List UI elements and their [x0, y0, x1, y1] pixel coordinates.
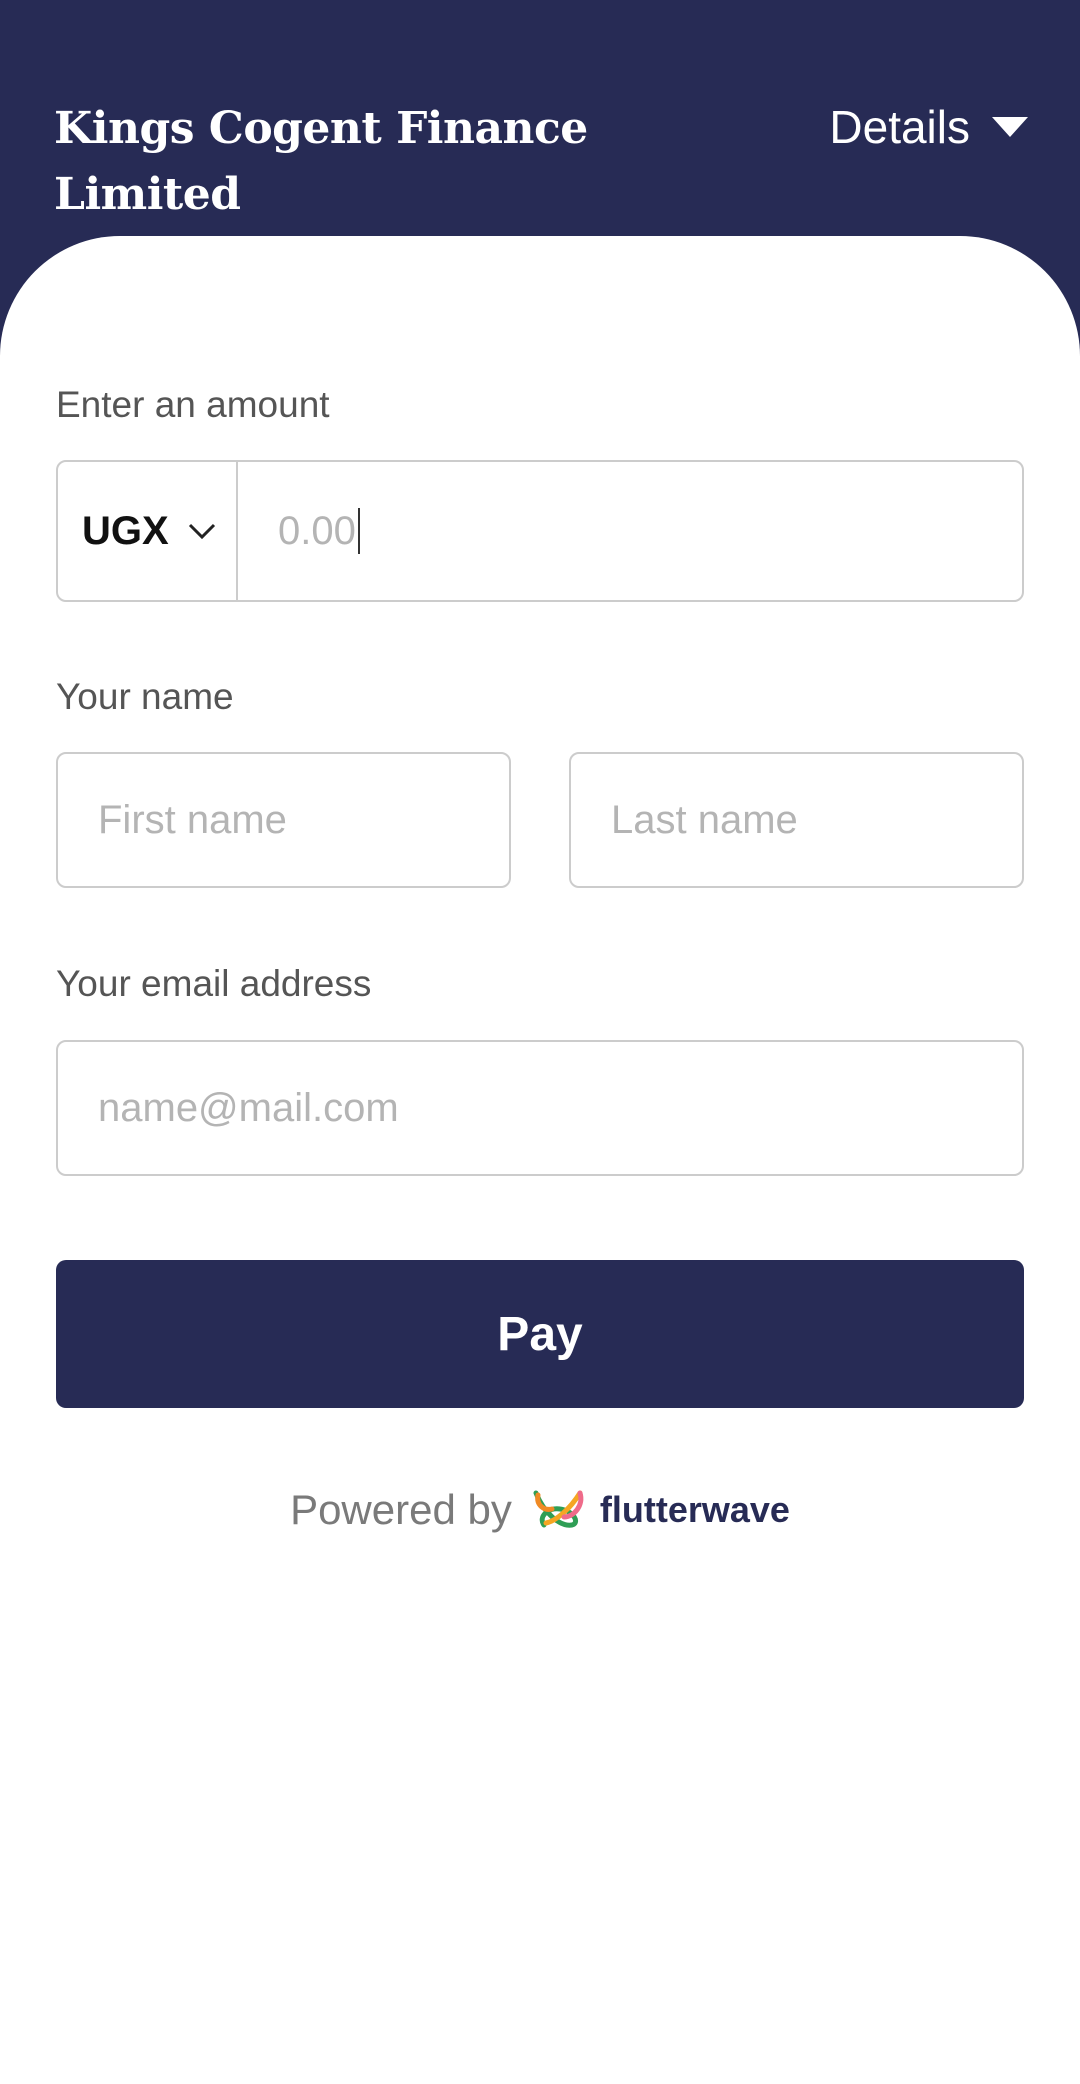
email-input[interactable]: name@mail.com: [56, 1040, 1024, 1176]
currency-select[interactable]: UGX: [58, 462, 238, 600]
details-label: Details: [829, 101, 970, 153]
name-label: Your name: [56, 676, 234, 717]
last-name-placeholder: Last name: [611, 797, 798, 842]
email-placeholder: name@mail.com: [98, 1085, 399, 1130]
pay-button-label: Pay: [497, 1307, 583, 1361]
pay-button[interactable]: Pay: [56, 1260, 1024, 1408]
amount-input[interactable]: 0.00: [238, 462, 1022, 600]
chevron-down-icon: [188, 523, 215, 540]
flutterwave-wordmark: flutterwave: [599, 1489, 790, 1530]
amount-label: Enter an amount: [56, 384, 330, 425]
amount-placeholder: 0.00: [278, 508, 356, 553]
caret-down-icon: [992, 117, 1028, 137]
powered-by-label: Powered by: [290, 1486, 512, 1533]
email-label: Your email address: [56, 963, 372, 1004]
details-toggle[interactable]: Details: [829, 100, 1028, 154]
merchant-name: Kings Cogent Finance Limited: [54, 103, 588, 220]
amount-input-group: UGX 0.00: [56, 460, 1024, 602]
flutterwave-brand[interactable]: flutterwave: [530, 1487, 790, 1533]
first-name-input[interactable]: First name: [56, 752, 511, 888]
last-name-input[interactable]: Last name: [569, 752, 1024, 888]
flutterwave-logo-icon: [533, 1490, 584, 1528]
text-cursor: [357, 508, 360, 554]
currency-value: UGX: [82, 508, 169, 553]
powered-by-footer: Powered by flutterwave: [0, 1486, 1080, 1534]
first-name-placeholder: First name: [98, 797, 287, 842]
